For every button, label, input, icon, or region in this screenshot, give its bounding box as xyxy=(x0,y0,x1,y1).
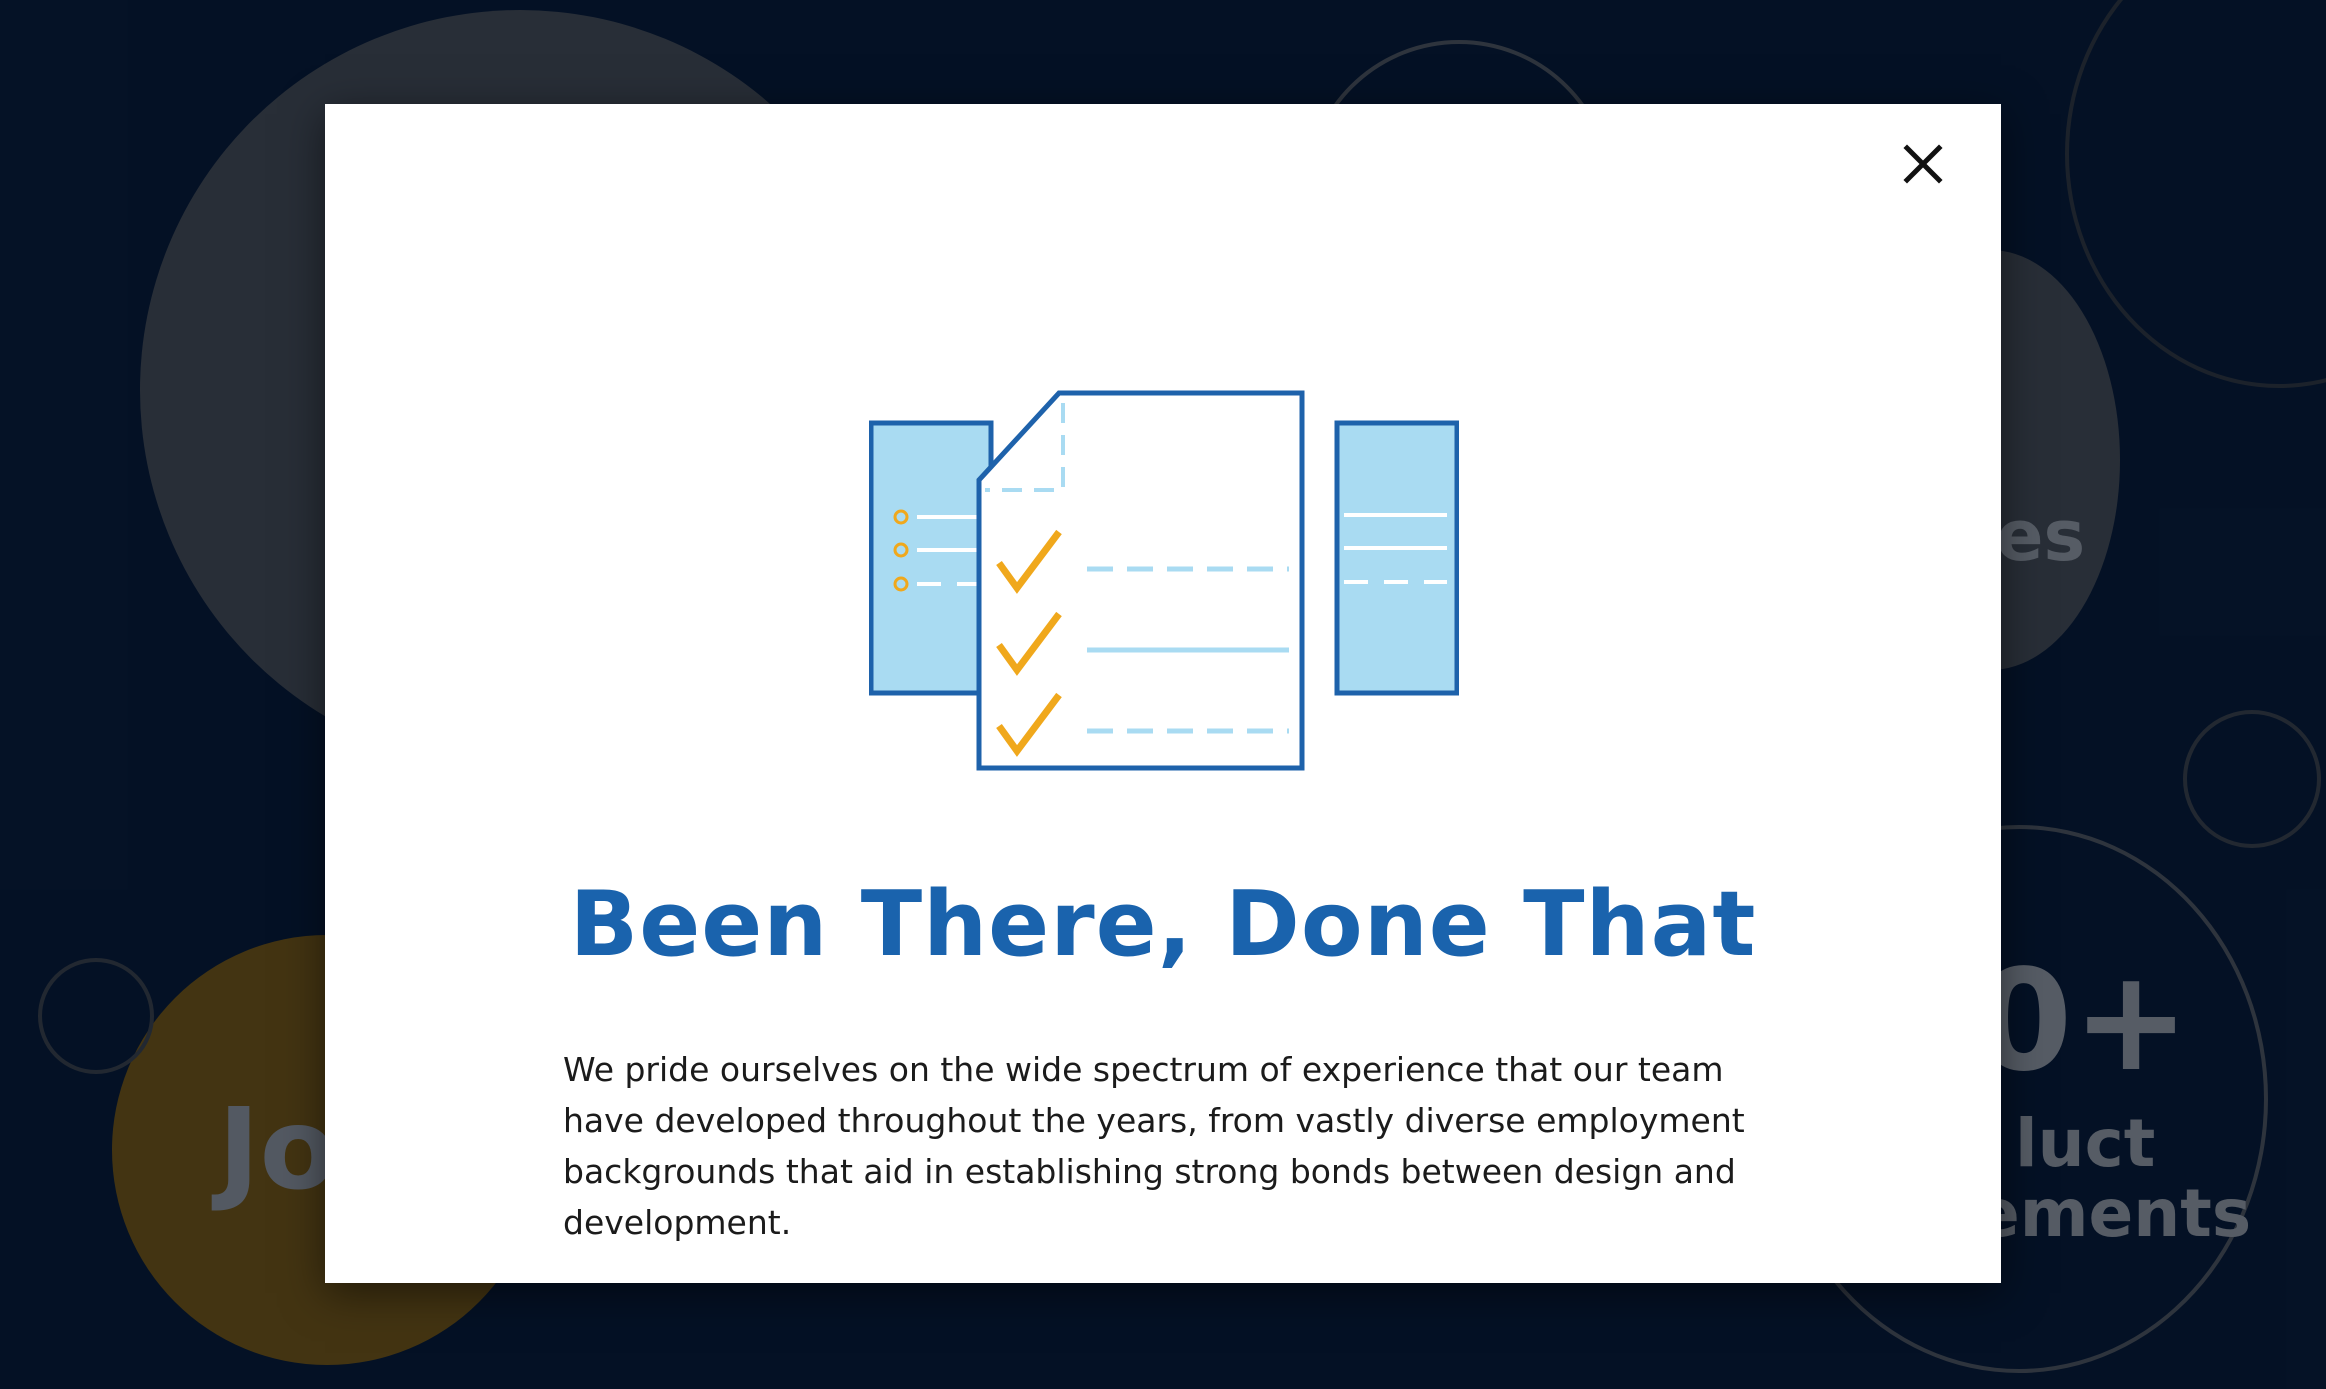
modal-dialog: Been There, Done That We pride ourselves… xyxy=(325,104,2001,1283)
modal-title: Been There, Done That xyxy=(569,872,1757,977)
close-button[interactable] xyxy=(1897,138,1949,190)
close-icon xyxy=(1903,144,1943,184)
modal-description: We pride ourselves on the wide spectrum … xyxy=(563,1050,1745,1242)
page: Jo es 0+ luct ements xyxy=(0,0,2326,1389)
checklist-document-icon xyxy=(869,280,1459,780)
